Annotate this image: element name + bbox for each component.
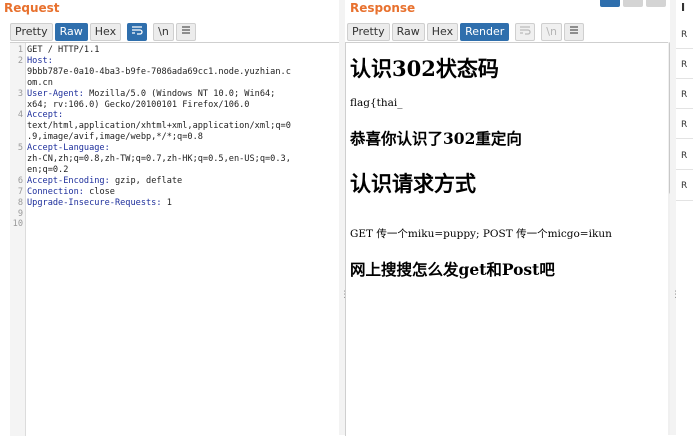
heading-request-methods: 认识请求方式 bbox=[350, 171, 476, 196]
inspector-item[interactable]: R bbox=[681, 90, 687, 100]
code-line: text/html,application/xhtml+xml,applicat… bbox=[27, 121, 291, 132]
line-number: 7 bbox=[17, 186, 23, 197]
heading-302-status: 认识302状态码 bbox=[350, 56, 499, 81]
code-line: Connection: close bbox=[27, 186, 115, 197]
line-number: 6 bbox=[17, 175, 23, 186]
code-line: Upgrade-Insecure-Requests: 1 bbox=[27, 197, 172, 208]
inspector-title: I bbox=[681, 1, 686, 14]
inspector-item[interactable]: R bbox=[681, 60, 687, 70]
response-newline-button: \n bbox=[541, 23, 562, 41]
menu-icon[interactable] bbox=[175, 23, 196, 41]
request-raw-button[interactable]: Raw bbox=[54, 23, 88, 41]
line-number-gutter: 1 2 3 4 5 6 7 8 9 10 bbox=[10, 43, 26, 436]
rendered-response[interactable]: 认识302状态码 flag{thai_ 恭喜你认识了302重定向 认识请求方式 … bbox=[345, 42, 669, 436]
header-name: Host: bbox=[27, 55, 53, 66]
request-title: Request bbox=[4, 1, 60, 15]
code-line: GET / HTTP/1.1 bbox=[27, 45, 100, 55]
code-line: User-Agent: Mozilla/5.0 (Windows NT 10.0… bbox=[27, 88, 276, 99]
line-number: 5 bbox=[17, 143, 23, 154]
layout-tabs-icon[interactable] bbox=[646, 0, 666, 7]
header-name: Accept: bbox=[27, 110, 64, 121]
row-divider bbox=[676, 78, 693, 79]
response-raw-button[interactable]: Raw bbox=[391, 23, 425, 41]
row-divider bbox=[676, 138, 693, 139]
response-toolbar: Pretty Raw Hex Render \n bbox=[347, 23, 584, 41]
response-pretty-button[interactable]: Pretty bbox=[347, 23, 390, 41]
code-line: en;q=0.2 bbox=[27, 164, 69, 175]
line-number: 10 bbox=[12, 219, 23, 230]
menu-icon[interactable] bbox=[563, 23, 584, 41]
request-code: GET / HTTP/1.1 Host: 9bbb787e-0a10-4ba3-… bbox=[27, 45, 337, 209]
heading-search-hint: 网上搜搜怎么发get和Post吧 bbox=[350, 260, 555, 279]
row-divider bbox=[676, 48, 693, 49]
line-number: 1 bbox=[17, 45, 23, 55]
layout-toggle bbox=[600, 0, 666, 7]
request-pretty-button[interactable]: Pretty bbox=[10, 23, 53, 41]
line-number: 3 bbox=[17, 88, 23, 99]
request-newline-button[interactable]: \n bbox=[153, 23, 174, 41]
inspector-item[interactable]: R bbox=[681, 30, 687, 40]
row-divider bbox=[676, 200, 693, 201]
methods-text: GET 传一个miku=puppy; POST 传一个micgo=ikun bbox=[350, 228, 612, 240]
code-line: x64; rv:106.0) Gecko/20100101 Firefox/10… bbox=[27, 99, 250, 110]
flag-text: flag{thai_ bbox=[350, 97, 403, 109]
request-pane: Request Pretty Raw Hex \n 1 2 3 4 5 6 7 … bbox=[0, 0, 340, 436]
header-name: User-Agent: bbox=[27, 88, 84, 99]
code-line: Host: bbox=[27, 56, 337, 67]
code-line: Accept-Language: bbox=[27, 143, 337, 154]
header-name: Accept-Language: bbox=[27, 143, 110, 154]
inspector-item[interactable]: R bbox=[681, 120, 687, 130]
request-hex-button[interactable]: Hex bbox=[89, 23, 122, 41]
code-line: zh-CN,zh;q=0.8,zh-TW;q=0.7,zh-HK;q=0.5,e… bbox=[27, 154, 291, 165]
header-name: Accept-Encoding: bbox=[27, 175, 110, 186]
code-line: Accept: bbox=[27, 110, 337, 121]
row-divider bbox=[676, 108, 693, 109]
request-toolbar: Pretty Raw Hex \n bbox=[10, 23, 196, 41]
layout-side-by-side-icon[interactable] bbox=[600, 0, 620, 7]
word-wrap-icon bbox=[515, 23, 536, 41]
line-number: 8 bbox=[17, 197, 23, 208]
layout-stacked-icon[interactable] bbox=[623, 0, 643, 7]
header-name: Upgrade-Insecure-Requests: bbox=[27, 197, 162, 208]
inspector-item[interactable]: R bbox=[681, 151, 687, 161]
line-number: 4 bbox=[17, 110, 23, 121]
code-line: Accept-Encoding: gzip, deflate bbox=[27, 175, 183, 186]
header-name: Connection: bbox=[27, 186, 84, 197]
line-number: 9 bbox=[17, 208, 23, 219]
response-title: Response bbox=[350, 1, 416, 15]
response-pane: Response Pretty Raw Hex Render \n 认识302状… bbox=[345, 0, 677, 436]
word-wrap-icon[interactable] bbox=[127, 23, 148, 41]
line-number: 2 bbox=[17, 55, 23, 66]
response-render-button[interactable]: Render bbox=[460, 23, 510, 41]
row-divider bbox=[676, 169, 693, 170]
heading-302-redirect: 恭喜你认识了302重定向 bbox=[350, 129, 522, 148]
code-line: .9,image/avif,image/webp,*/*;q=0.8 bbox=[27, 132, 203, 143]
inspector-pane: I R R R R R R bbox=[676, 0, 693, 435]
request-editor[interactable]: 1 2 3 4 5 6 7 8 9 10 GET / HTTP/1.1 Host… bbox=[10, 42, 339, 436]
code-line: 9bbb787e-0a10-4ba3-b9fe-7086ada69cc1.nod… bbox=[27, 66, 291, 77]
inspector-item[interactable]: R bbox=[681, 181, 687, 191]
code-line: om.cn bbox=[27, 77, 53, 88]
response-hex-button[interactable]: Hex bbox=[426, 23, 459, 41]
